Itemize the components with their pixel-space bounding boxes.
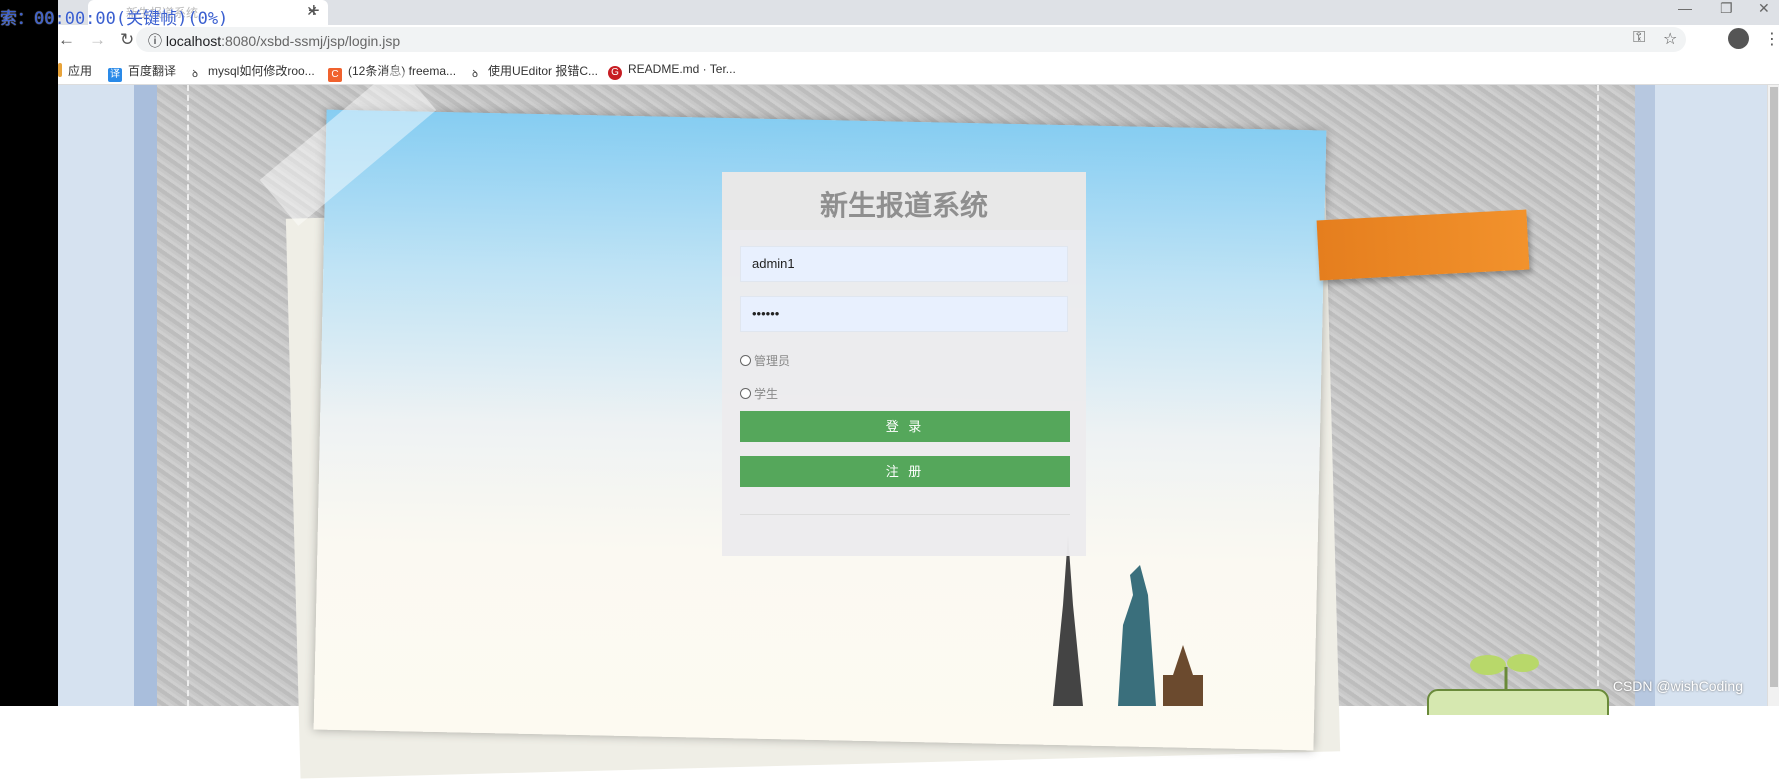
scrollbar[interactable] xyxy=(1767,85,1779,706)
bookmark-item[interactable]: ꝺ mysql如何修改roo... xyxy=(188,62,315,82)
url-input[interactable]: ⓘ localhost:8080/xsbd-ssmj/jsp/login.jsp xyxy=(136,27,1686,52)
bookmark-item[interactable]: ꝺ 使用UEditor 报错C... xyxy=(468,62,598,82)
overlay-text: 索：00:00:00(关键帧)(0%) xyxy=(0,9,229,29)
side-strip xyxy=(1635,85,1655,706)
profile-icon[interactable] xyxy=(1728,28,1749,49)
watermark: CSDN @wishCoding xyxy=(1612,678,1743,694)
stitch-line xyxy=(187,85,189,706)
bookmarks-bar: 应用 译百度翻译 ꝺ mysql如何修改roo... C (12条消息) freem… xyxy=(58,54,1779,85)
radio-icon xyxy=(740,388,751,399)
orange-tape-decoration xyxy=(1316,209,1530,281)
gitee-icon: G xyxy=(608,66,622,80)
menu-icon[interactable]: ⋮ xyxy=(1764,29,1779,49)
minimize-button[interactable]: — xyxy=(1678,0,1692,16)
password-input[interactable]: •••••• xyxy=(740,296,1068,332)
back-icon[interactable]: ← xyxy=(58,30,89,49)
login-button[interactable]: 登 录 xyxy=(740,411,1070,442)
star-icon[interactable]: ☆ xyxy=(1663,29,1677,49)
side-strip xyxy=(134,85,157,706)
scrollbar-thumb[interactable] xyxy=(1770,87,1778,687)
address-bar-row: ←→↻ ⓘ localhost:8080/xsbd-ssmj/jsp/login… xyxy=(58,25,1779,54)
csdn-icon: C xyxy=(328,68,342,82)
page-content: 新生报道系统 admin1 •••••• 管理员 学生 登 录 注 册 CSDN… xyxy=(58,64,1767,779)
new-tab-button[interactable]: + xyxy=(308,0,320,23)
role-admin-radio[interactable]: 管理员 xyxy=(740,352,790,369)
restore-button[interactable]: ❐ xyxy=(1720,0,1733,17)
register-button[interactable]: 注 册 xyxy=(740,456,1070,487)
divider xyxy=(740,514,1070,515)
sprout-illustration xyxy=(1427,654,1609,715)
bookmark-icon: ꝺ xyxy=(192,69,198,80)
username-input[interactable]: admin1 xyxy=(740,246,1068,282)
page-title: 新生报道系统 xyxy=(722,172,1086,230)
tab-strip: 新生报道系统 ✕ + — ❐ ✕ xyxy=(58,0,1779,25)
black-strip xyxy=(0,0,58,706)
key-icon[interactable]: ⚿ xyxy=(1633,29,1645,47)
apps-icon xyxy=(58,63,62,77)
role-student-radio[interactable]: 学生 xyxy=(740,385,778,402)
bookmark-item[interactable]: 译百度翻译 xyxy=(108,62,176,82)
bookmark-icon: ꝺ xyxy=(472,69,478,80)
bookmark-apps[interactable]: 应用 xyxy=(58,62,92,79)
stitch-line xyxy=(1597,85,1599,706)
bookmark-item[interactable]: G README.md · Ter... xyxy=(608,62,736,80)
forward-icon[interactable]: → xyxy=(89,30,120,49)
login-panel: 新生报道系统 admin1 •••••• 管理员 学生 登 录 注 册 xyxy=(722,172,1086,556)
radio-icon xyxy=(740,355,751,366)
landmarks-illustration xyxy=(1053,535,1203,706)
translate-icon: 译 xyxy=(108,68,122,82)
close-window-button[interactable]: ✕ xyxy=(1758,0,1770,17)
info-icon: ⓘ xyxy=(148,33,166,49)
